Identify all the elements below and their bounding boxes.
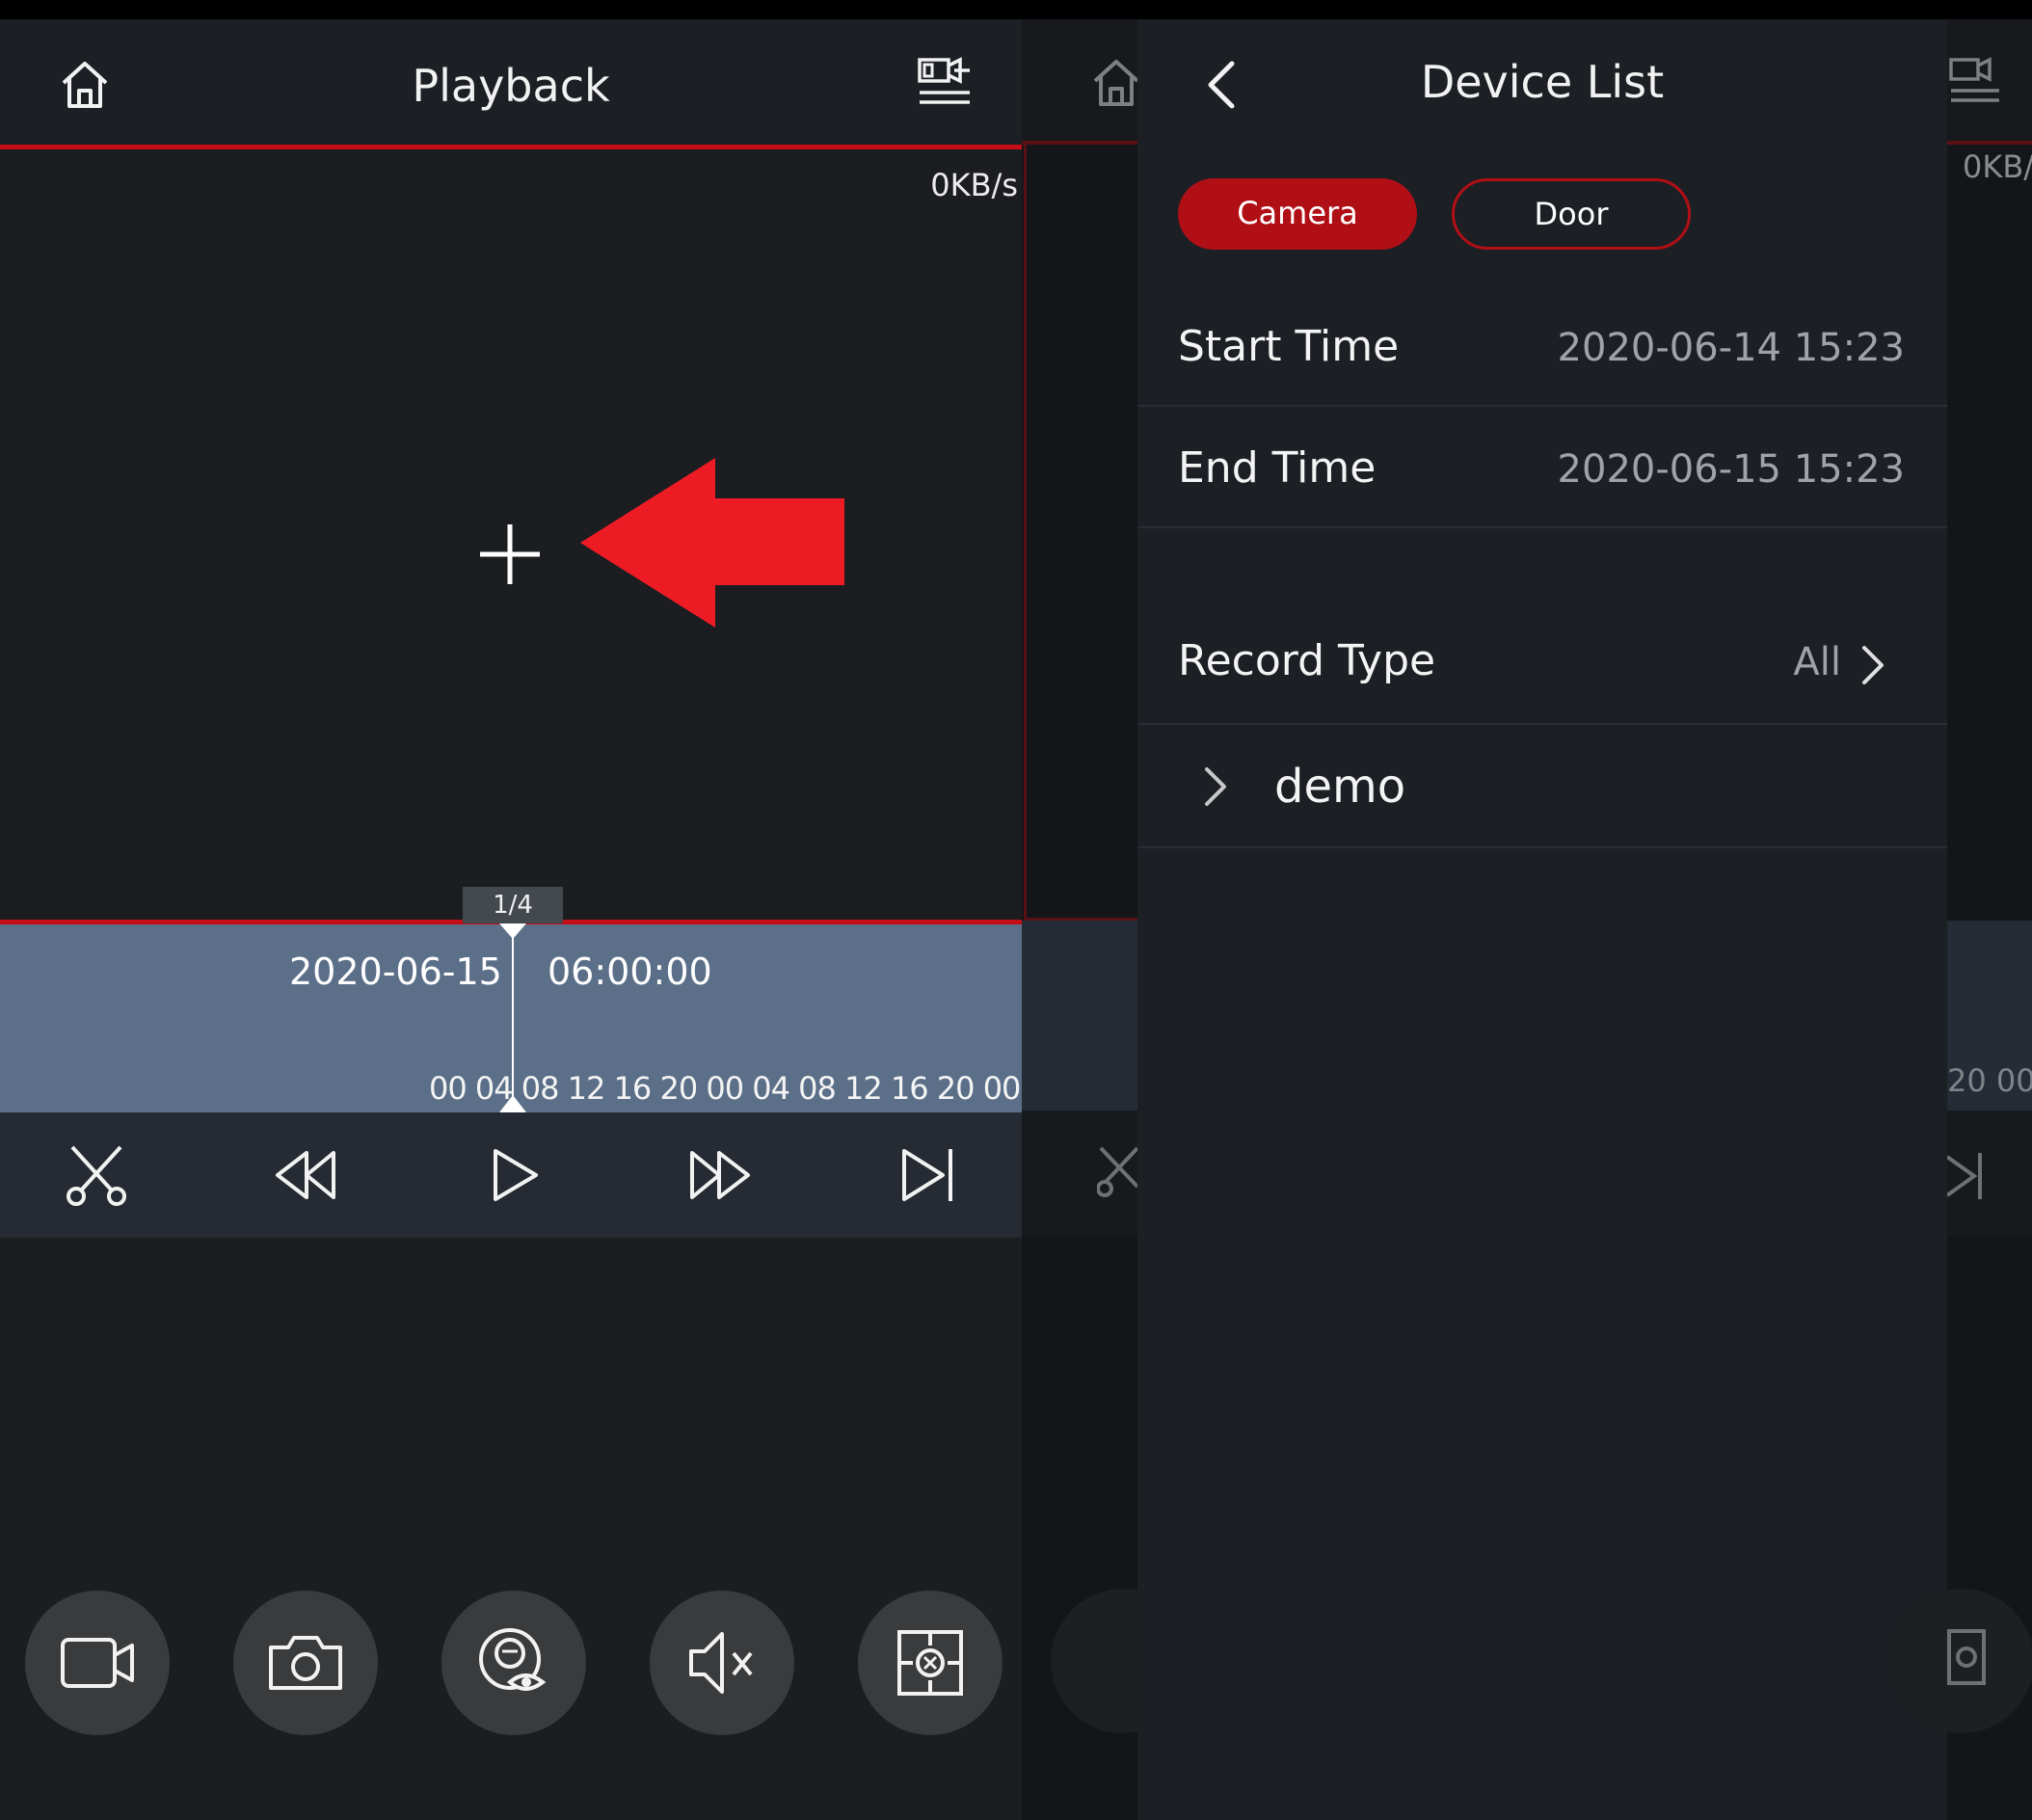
- digital-zoom-button[interactable]: [858, 1591, 1003, 1735]
- digital-zoom-icon: [897, 1630, 963, 1696]
- add-camera-icon[interactable]: [476, 521, 544, 588]
- timeline-marker-bottom: [499, 1095, 526, 1112]
- digital-zoom-icon: [1947, 1629, 1986, 1685]
- background-overlay-left: [1022, 19, 1195, 1820]
- skip-next-icon[interactable]: [895, 1141, 962, 1209]
- timeline-ticks: 20 00 0: [1947, 1062, 2032, 1099]
- snapshot-icon: [269, 1636, 342, 1690]
- timeline-time: 06:00:00: [548, 950, 712, 993]
- end-time-row[interactable]: End Time 2020-06-15 15:23: [1137, 407, 1947, 528]
- overlay-video-border: [1024, 145, 1137, 921]
- camera-list-icon[interactable]: [916, 56, 974, 106]
- chevron-right-icon: [1862, 646, 1884, 684]
- end-time-value: 2020-06-15 15:23: [1557, 447, 1905, 492]
- rewind-icon[interactable]: [272, 1141, 339, 1209]
- bitrate-label: 0KB/: [1963, 148, 2032, 185]
- mute-button[interactable]: [650, 1591, 794, 1735]
- scissors-icon: [1097, 1146, 1137, 1197]
- mute-icon: [689, 1632, 753, 1694]
- tab-camera[interactable]: Camera: [1178, 178, 1417, 250]
- function-buttons: [0, 1591, 1022, 1745]
- playback-header: Playback: [0, 19, 1022, 145]
- overlay-border: [1947, 141, 2032, 145]
- record-type-label: Record Type: [1178, 636, 1436, 685]
- home-icon: [1093, 60, 1137, 106]
- bitrate-label: 0KB/s: [930, 167, 1018, 203]
- page-title: Playback: [412, 60, 610, 112]
- playback-screen: Playback 0KB/s 1/4 2020-06-15 06:00:00 0…: [0, 19, 1067, 1820]
- tab-door[interactable]: Door: [1452, 178, 1691, 250]
- fisheye-icon: [479, 1628, 547, 1691]
- record-video-icon: [61, 1638, 134, 1688]
- skip-next-icon: [1947, 1153, 1982, 1199]
- video-window[interactable]: 0KB/s: [0, 149, 1022, 920]
- timeline-date: 2020-06-15: [289, 950, 502, 993]
- timeline-marker-top: [499, 923, 526, 939]
- record-type-value: All: [1793, 640, 1841, 684]
- annotation-arrow: [580, 458, 844, 628]
- device-list-drawer: Device List Camera Door Start Time 2020-…: [1137, 19, 1947, 1820]
- fisheye-button[interactable]: [441, 1591, 586, 1735]
- end-time-label: End Time: [1178, 443, 1377, 493]
- playback-controls: [0, 1112, 1022, 1238]
- device-name: demo: [1274, 760, 1406, 814]
- record-video-button[interactable]: [25, 1591, 170, 1735]
- start-time-label: Start Time: [1178, 322, 1400, 371]
- camera-list-icon: [1949, 57, 1999, 102]
- drawer-title: Device List: [1420, 56, 1665, 108]
- snapshot-button[interactable]: [233, 1591, 378, 1735]
- start-time-value: 2020-06-14 15:23: [1557, 326, 1905, 370]
- expand-chevron-icon[interactable]: [1201, 765, 1230, 808]
- record-type-row[interactable]: Record Type All: [1137, 528, 1947, 725]
- page-indicator: 1/4: [463, 887, 563, 923]
- start-time-row[interactable]: Start Time 2020-06-14 15:23: [1137, 289, 1947, 407]
- status-bar: [0, 0, 2032, 19]
- background-overlay-right: 0KB/ 20 00 0: [1889, 19, 2032, 1820]
- fast-forward-icon[interactable]: [686, 1141, 754, 1209]
- device-row-demo[interactable]: demo: [1137, 725, 1947, 848]
- scissors-icon[interactable]: [63, 1141, 130, 1209]
- overlay-timeline: [1022, 921, 1137, 1111]
- play-icon[interactable]: [480, 1141, 548, 1209]
